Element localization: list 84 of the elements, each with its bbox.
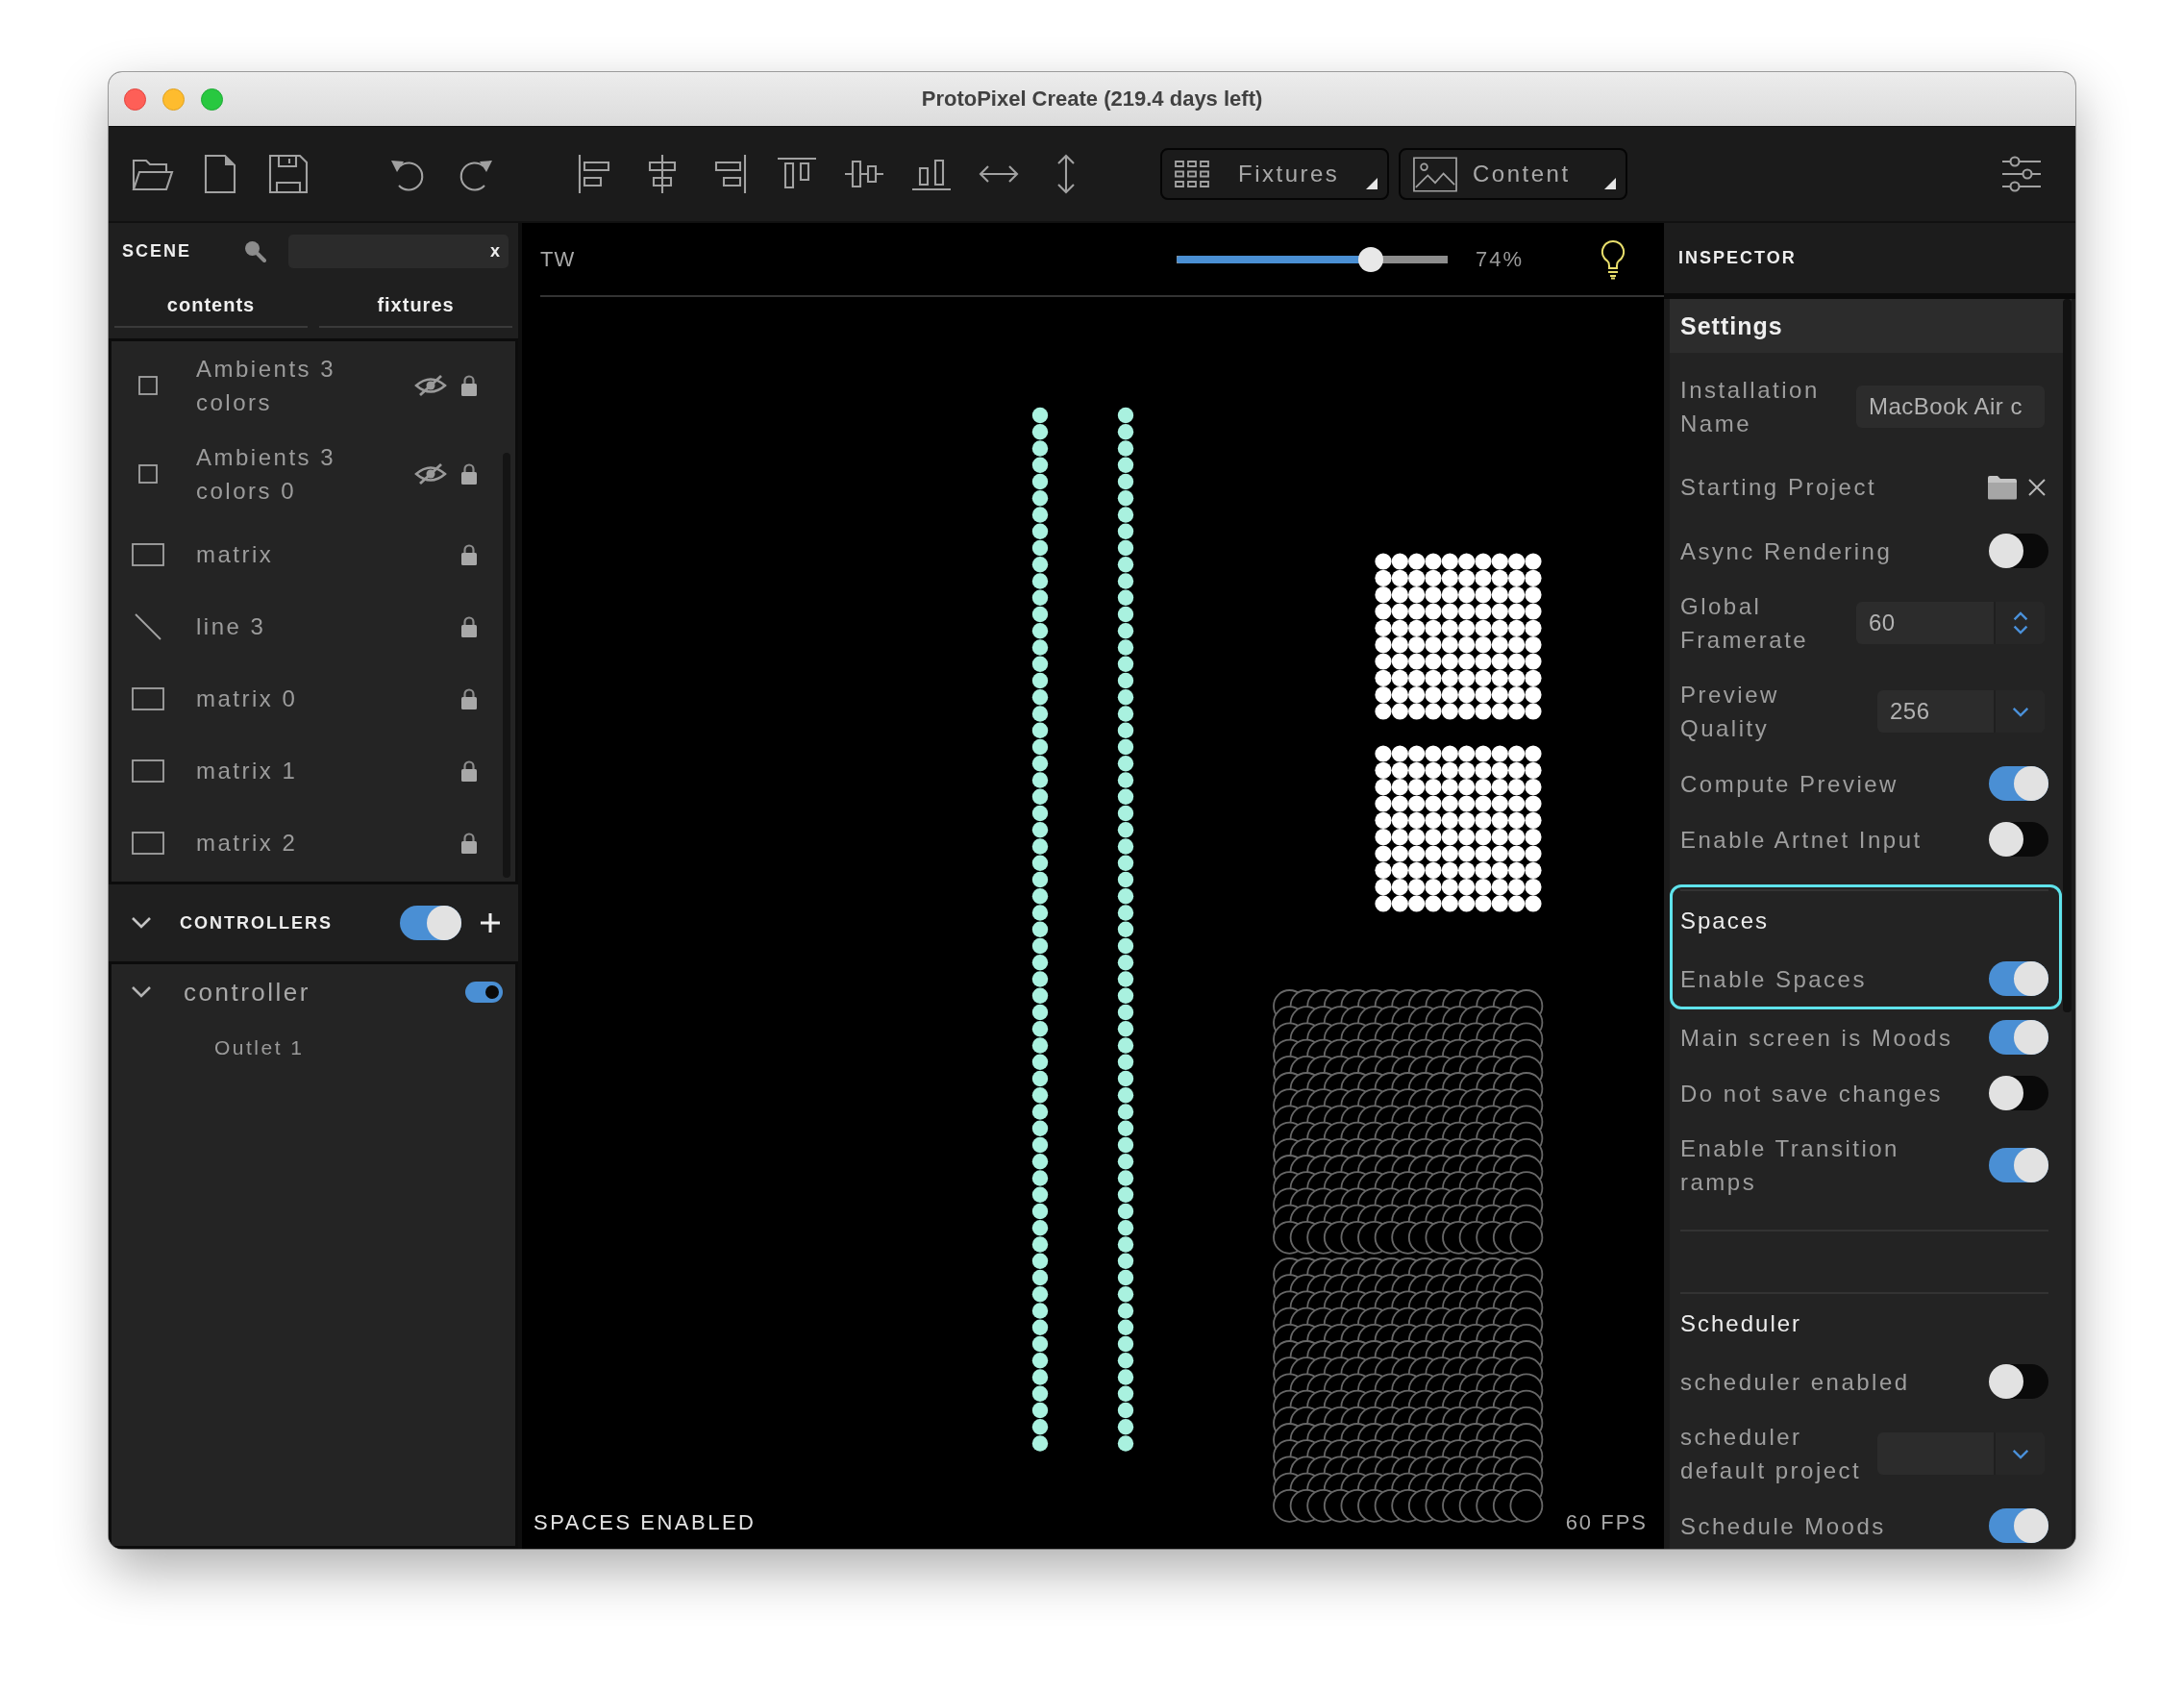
setting-label: Installation Name — [1680, 376, 1821, 438]
item-name[interactable]: Ambients 3 colors — [196, 352, 364, 419]
dropdown[interactable]: 256 — [1877, 690, 2045, 733]
fps-counter: 60 FPS — [1565, 1510, 1648, 1535]
lock-icon[interactable] — [460, 542, 478, 566]
toggle-switch[interactable] — [1989, 534, 2048, 568]
status-text: SPACES ENABLED — [534, 1510, 757, 1535]
toggle-switch[interactable] — [1989, 1020, 2048, 1055]
view-title: TW — [540, 246, 576, 272]
close-button[interactable] — [124, 87, 146, 111]
setting-label: Enable Artnet Input — [1680, 825, 1923, 855]
text-field[interactable]: MacBook Air c — [1856, 386, 2045, 428]
rectangle-icon — [132, 759, 164, 783]
rectangle-icon — [132, 686, 164, 710]
setting-label: Enable Spaces — [1680, 964, 1867, 994]
panel-title: INSPECTOR — [1678, 248, 1797, 268]
setting-label: Schedule Moods — [1680, 1511, 1886, 1541]
item-name[interactable]: line 3 — [196, 610, 266, 643]
search-field[interactable]: x — [288, 234, 509, 268]
setting-label: scheduler enabled — [1680, 1367, 1910, 1397]
tab[interactable]: contents — [114, 283, 308, 328]
setting-label: scheduler default project — [1680, 1423, 1863, 1485]
lock-icon[interactable] — [460, 831, 478, 855]
corner-triangle-icon — [1366, 178, 1377, 189]
clear-button[interactable]: x — [490, 240, 500, 261]
item-name[interactable]: Ambients 3 colors 0 — [196, 440, 364, 508]
lock-icon[interactable] — [460, 374, 478, 397]
setting-label: Main screen is Moods — [1680, 1023, 1953, 1053]
section-title: Scheduler — [1680, 1310, 1802, 1336]
diagonal-line-icon — [135, 612, 161, 640]
square-icon — [138, 376, 158, 395]
toggle-switch[interactable] — [1989, 1148, 2048, 1182]
grid-icon — [1175, 161, 1209, 187]
window-title: ProtoPixel Create (219.4 days left) — [920, 87, 1264, 112]
search-icon[interactable] — [243, 239, 266, 262]
toggle-switch[interactable] — [1989, 961, 2048, 996]
setting-label: Compute Preview — [1680, 769, 1899, 799]
fixtures-dropdown[interactable]: Fixtures — [1160, 148, 1389, 200]
lock-icon[interactable] — [460, 686, 478, 710]
toggle-switch[interactable] — [1989, 822, 2048, 857]
setting-label: Async Rendering — [1680, 536, 1893, 566]
setting-label: Enable Transition ramps — [1680, 1134, 1900, 1197]
lock-icon[interactable] — [460, 759, 478, 783]
toggle-switch[interactable] — [1989, 766, 2048, 801]
chevron-down-icon[interactable] — [2010, 705, 2030, 718]
toggle-switch[interactable] — [1989, 1364, 2048, 1399]
toggle-switch[interactable] — [1989, 1508, 2048, 1543]
lightbulb-icon[interactable] — [1600, 238, 1626, 280]
toggle-switch[interactable] — [465, 982, 503, 1003]
setting-label: Global Framerate — [1680, 592, 1810, 655]
setting-label: Starting Project — [1680, 473, 1877, 502]
lock-icon[interactable] — [460, 614, 478, 638]
item-name[interactable]: matrix 1 — [196, 754, 298, 787]
setting-label: Do not save changes — [1680, 1079, 1943, 1108]
section-header[interactable]: Settings — [1670, 299, 2072, 353]
item-name[interactable]: matrix 0 — [196, 682, 298, 715]
x-mark-icon[interactable] — [2027, 477, 2047, 497]
lock-icon[interactable] — [460, 462, 478, 485]
rectangle-icon — [132, 831, 164, 855]
tab[interactable]: fixtures — [319, 283, 512, 328]
item-name[interactable]: matrix — [196, 537, 274, 571]
rectangle-icon — [132, 542, 164, 566]
eye-slash-icon[interactable] — [414, 462, 447, 485]
toggle-switch[interactable] — [400, 906, 461, 940]
panel-title: CONTROLLERS — [180, 912, 333, 933]
scrollbar[interactable] — [2063, 299, 2072, 1012]
chevron-down-icon[interactable] — [2010, 1447, 2030, 1460]
outlet-label[interactable]: Outlet 1 — [214, 1036, 305, 1058]
toggle-switch[interactable] — [1989, 1076, 2048, 1110]
folder-icon[interactable] — [1987, 474, 2018, 500]
controller-name[interactable]: controller — [184, 977, 310, 1008]
corner-triangle-icon — [1604, 178, 1616, 189]
plus-icon[interactable] — [480, 912, 501, 933]
square-icon — [138, 464, 158, 484]
section-title: Spaces — [1680, 908, 1770, 933]
setting-label: Preview Quality — [1680, 681, 1780, 743]
number-field[interactable]: 60 — [1856, 602, 2045, 644]
content-dropdown[interactable]: Content — [1399, 148, 1627, 200]
image-icon — [1413, 156, 1457, 192]
eye-slash-icon[interactable] — [414, 374, 447, 397]
slider-thumb[interactable] — [1358, 246, 1384, 272]
brightness-value: 74% — [1475, 246, 1524, 272]
item-name[interactable]: matrix 2 — [196, 826, 298, 859]
panel-title: SCENE — [122, 240, 191, 261]
